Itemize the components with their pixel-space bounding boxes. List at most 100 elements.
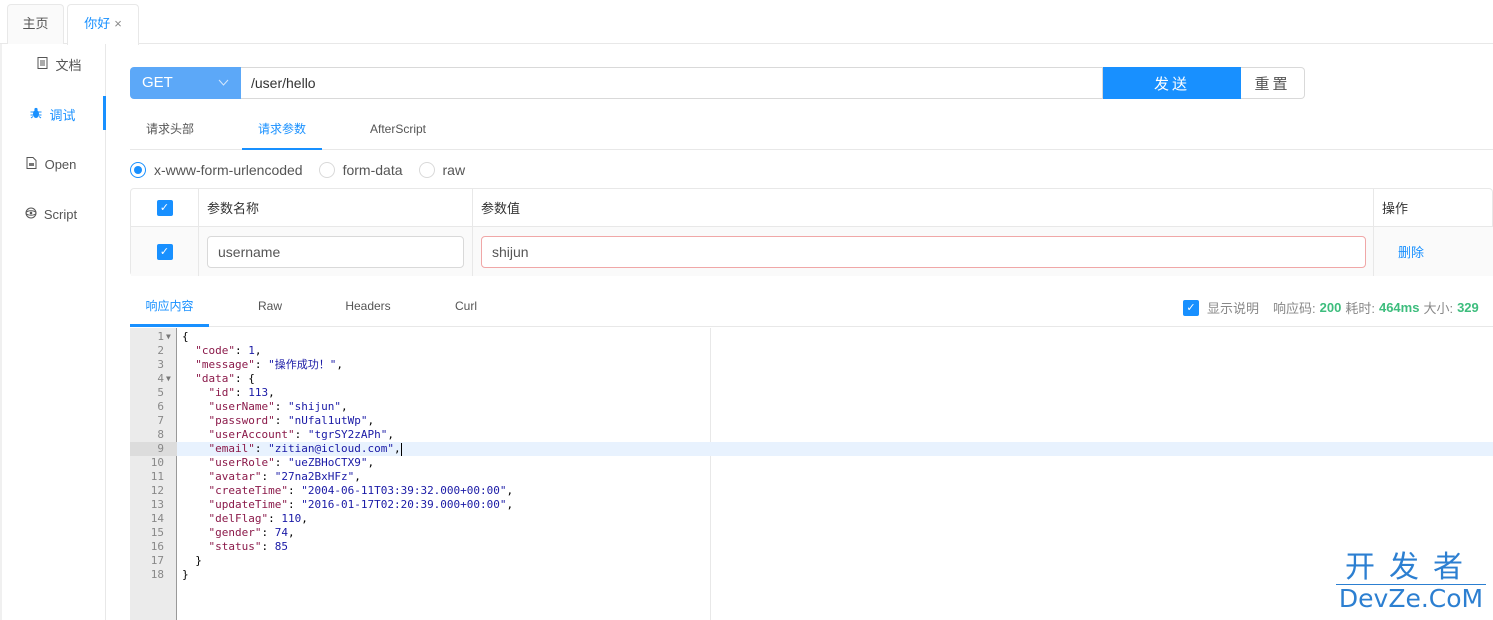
code-text: "message": "操作成功！", bbox=[195, 358, 343, 371]
tab-response-content[interactable]: 响应内容 bbox=[130, 288, 209, 327]
nav-item-script[interactable]: Script bbox=[0, 196, 103, 232]
send-button[interactable]: 发送 bbox=[1103, 67, 1241, 99]
tab-after-script[interactable]: AfterScript bbox=[354, 112, 442, 150]
line-number: 3 bbox=[157, 358, 164, 371]
code-line: 1 ▼ { bbox=[130, 330, 1493, 344]
nav-item-script-label: Script bbox=[43, 206, 78, 222]
code-line: 6 "userName": "shijun", bbox=[130, 400, 1493, 414]
json-value: 113 bbox=[248, 386, 269, 399]
line-number: 5 bbox=[157, 386, 164, 399]
json-value: "tgrSY2zAPh" bbox=[307, 428, 388, 441]
watermark-logo: 开发者 DevZe.CoM bbox=[1336, 552, 1486, 613]
tab-raw[interactable]: Raw bbox=[230, 288, 310, 327]
show-desc-checkbox[interactable]: ✓ bbox=[1183, 299, 1199, 316]
tab-request-headers[interactable]: 请求头部 bbox=[130, 112, 210, 150]
close-icon[interactable]: × bbox=[114, 16, 122, 31]
json-value: 74 bbox=[274, 526, 288, 539]
row-value-cell bbox=[473, 227, 1374, 276]
response-tabs: 响应内容 Raw Headers Curl ✓ 显示说明 响应码: 200 耗时… bbox=[130, 288, 1493, 327]
table-row: ✓ 删除 bbox=[131, 227, 1493, 276]
reset-button[interactable]: 重置 bbox=[1241, 67, 1305, 99]
header-param-value: 参数值 bbox=[473, 189, 1374, 226]
code-line: 4 ▼ "data": { bbox=[130, 372, 1493, 386]
nav-item-debug-label: 调试 bbox=[49, 107, 76, 123]
code-line: 17 } bbox=[130, 554, 1493, 568]
code-text: "id": 113, bbox=[208, 386, 275, 399]
code-text: "userName": "shijun", bbox=[208, 400, 348, 413]
code-text: "userAccount": "tgrSY2zAPh", bbox=[208, 428, 394, 441]
request-tabs: 请求头部 请求参数 AfterScript bbox=[130, 112, 1493, 150]
radio-raw[interactable]: raw bbox=[418, 162, 465, 178]
line-number: 6 bbox=[157, 400, 164, 413]
body-type-radio-group: x-www-form-urlencoded form-data raw bbox=[130, 160, 481, 180]
header-check-cell: ✓ bbox=[131, 189, 199, 226]
header-param-name: 参数名称 bbox=[199, 189, 473, 226]
tab-hello-label: 你好 bbox=[84, 16, 111, 31]
code-text: "email": "zitian@icloud.com", bbox=[208, 442, 402, 456]
radio-urlencoded-label: x-www-form-urlencoded bbox=[154, 162, 303, 178]
fold-arrow-icon[interactable]: ▼ bbox=[166, 330, 171, 344]
param-value-input[interactable] bbox=[481, 235, 1366, 268]
fold-arrow-icon[interactable]: ▼ bbox=[166, 372, 171, 386]
code-line: 8 "userAccount": "tgrSY2zAPh", bbox=[130, 428, 1493, 442]
line-number: 13 bbox=[150, 498, 164, 511]
radio-dot-icon bbox=[318, 162, 335, 178]
json-value: "zitian@icloud.com" bbox=[268, 442, 394, 455]
method-select[interactable]: GET bbox=[130, 67, 241, 99]
code-text: "password": "nUfal1utWp", bbox=[208, 414, 375, 427]
line-number: 18 bbox=[150, 568, 164, 581]
url-input[interactable] bbox=[241, 67, 1103, 99]
tab-hello[interactable]: 你好 × bbox=[67, 4, 139, 45]
line-number: 14 bbox=[150, 512, 164, 525]
json-value: "操作成功！" bbox=[268, 358, 337, 371]
radio-urlencoded[interactable]: x-www-form-urlencoded bbox=[130, 162, 303, 178]
row-checkbox[interactable]: ✓ bbox=[156, 243, 173, 260]
bug-icon bbox=[29, 107, 43, 122]
code-text: "delFlag": 110, bbox=[208, 512, 308, 525]
tab-home-label: 主页 bbox=[22, 16, 49, 31]
code-text: "userRole": "ueZBHoCTX9", bbox=[208, 456, 375, 469]
code-text: } bbox=[182, 568, 189, 581]
select-all-checkbox[interactable]: ✓ bbox=[156, 199, 173, 216]
tab-home[interactable]: 主页 bbox=[7, 4, 64, 44]
tab-request-params[interactable]: 请求参数 bbox=[242, 112, 322, 150]
nav-item-doc-label: 文档 bbox=[55, 57, 82, 73]
json-value: "nUfal1utWp" bbox=[287, 414, 368, 427]
json-value: 110 bbox=[281, 512, 302, 525]
method-value: GET bbox=[142, 74, 173, 91]
radio-form-data[interactable]: form-data bbox=[318, 162, 403, 178]
header-operation: 操作 bbox=[1382, 201, 1409, 216]
code-line: 13 "updateTime": "2016-01-17T02:20:39.00… bbox=[130, 498, 1493, 512]
line-number: 15 bbox=[150, 526, 164, 539]
watermark-en: DevZe.CoM bbox=[1336, 584, 1486, 613]
code-line: 11 "avatar": "27na2BxHFz", bbox=[130, 470, 1493, 484]
json-value: 1 bbox=[248, 344, 255, 357]
line-number: 1 bbox=[157, 330, 164, 343]
nav-item-doc[interactable]: 文档 bbox=[6, 46, 111, 82]
response-size-label: 大小: bbox=[1423, 301, 1454, 316]
left-nav: 文档 调试 Open Script bbox=[0, 44, 106, 620]
param-name-input[interactable] bbox=[207, 235, 464, 268]
response-editor[interactable]: 1 ▼{ 2 "code": 1, 3 "message": "操作成功！", 4… bbox=[130, 328, 1493, 620]
document-icon bbox=[35, 56, 49, 72]
nav-item-open[interactable]: Open bbox=[0, 146, 103, 182]
params-table-header: ✓ 参数名称 参数值 操作 bbox=[131, 189, 1493, 227]
code-text: "avatar": "27na2BxHFz", bbox=[208, 470, 361, 483]
json-value: "2016-01-17T02:20:39.000+00:00" bbox=[301, 498, 507, 511]
line-number: 2 bbox=[157, 344, 164, 357]
response-code-label: 响应码: bbox=[1273, 301, 1316, 316]
tab-curl[interactable]: Curl bbox=[426, 288, 506, 327]
tab-headers[interactable]: Headers bbox=[328, 288, 408, 327]
nav-item-debug[interactable]: 调试 bbox=[0, 96, 106, 132]
radio-form-data-label: form-data bbox=[342, 162, 403, 178]
line-number: 16 bbox=[150, 540, 164, 553]
line-number: 9 bbox=[157, 442, 164, 455]
url-bar: GET 发送 重置 bbox=[130, 67, 1305, 99]
code-line: 12 "createTime": "2004-06-11T03:39:32.00… bbox=[130, 484, 1493, 498]
line-number: 8 bbox=[157, 428, 164, 441]
code-line: 14 "delFlag": 110, bbox=[130, 512, 1493, 526]
code-text: { bbox=[182, 330, 189, 343]
top-tab-bar: 主页 你好 × bbox=[0, 0, 1493, 45]
delete-link[interactable]: 删除 bbox=[1398, 242, 1424, 261]
code-text: "status": 85 bbox=[208, 540, 288, 553]
